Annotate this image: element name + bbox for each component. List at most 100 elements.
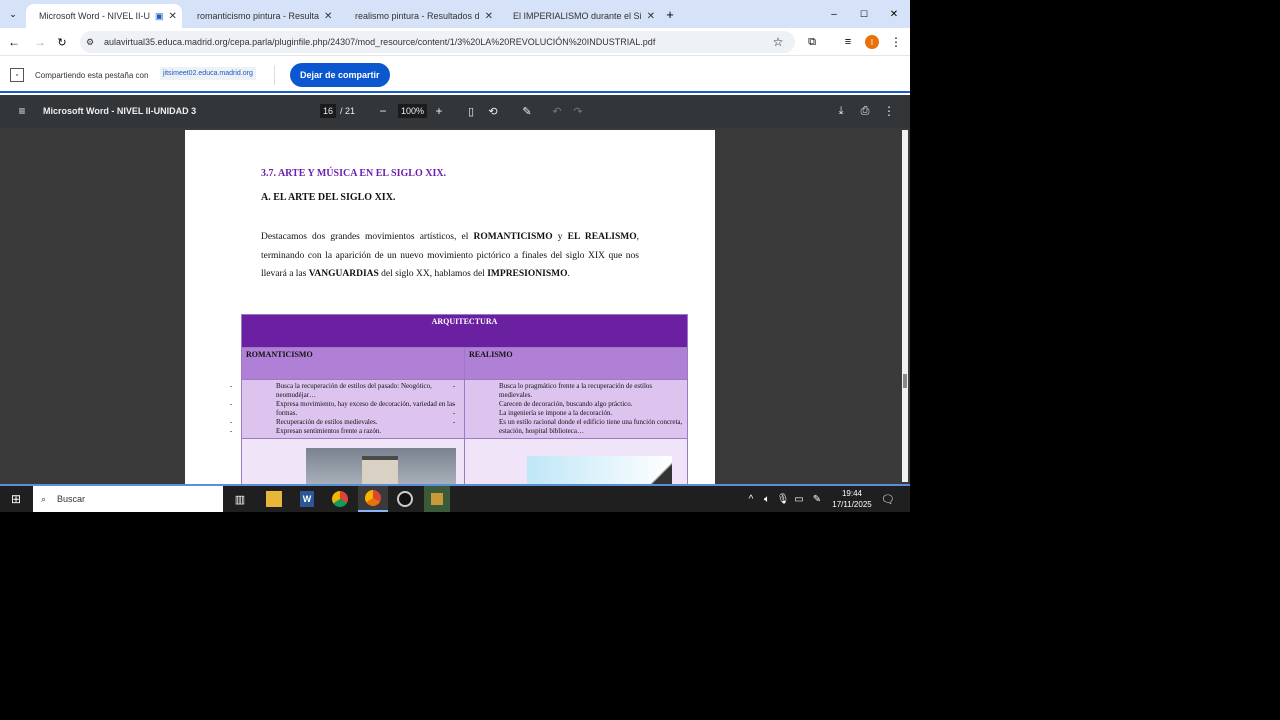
close-tab-icon[interactable]: ✕: [324, 11, 332, 22]
download-icon[interactable]: ⤓: [834, 103, 848, 119]
word-icon[interactable]: W: [300, 491, 314, 507]
sharing-target: jitsimeet02.educa.madrid.org: [160, 67, 256, 80]
tab-title: Microsoft Word - NIVEL II-U: [39, 11, 151, 21]
clock[interactable]: 19:44 17/11/2025: [828, 488, 876, 510]
list-item: Busca la recuperación de estilos del pas…: [276, 382, 460, 400]
zoom-out-icon[interactable]: −: [376, 103, 390, 119]
screen: ⌄ Microsoft Word - NIVEL II-U ▣ ✕ romantic…: [0, 0, 910, 512]
intro-paragraph: Destacamos dos grandes movimientos artís…: [261, 228, 639, 284]
text: IMPRESIONISMO: [487, 269, 568, 279]
app-icon[interactable]: [424, 486, 450, 512]
list-item: Expresan sentimientos frente a razón.: [276, 427, 460, 436]
romanticismo-image-cell: [241, 438, 465, 484]
redo-icon[interactable]: ↷: [571, 103, 585, 119]
screen-share-icon: ▫: [10, 68, 24, 82]
windows-start-icon[interactable]: ⊞: [8, 491, 24, 507]
notifications-icon[interactable]: 🗨︎: [880, 491, 896, 507]
romanticismo-cell: Busca la recuperación de estilos del pas…: [241, 379, 465, 439]
bookmark-star-icon[interactable]: ☆: [770, 34, 786, 50]
pdf-title: Microsoft Word - NIVEL II-UNIDAD 3: [43, 106, 197, 116]
text: Destacamos dos grandes movimientos artís…: [261, 232, 474, 242]
profile-avatar[interactable]: I: [865, 35, 879, 49]
media-icon[interactable]: ≡: [840, 34, 856, 50]
realismo-image-cell: [464, 438, 688, 484]
more-options-icon[interactable]: ⋮: [882, 103, 896, 119]
table-title: ARQUITECTURA: [241, 314, 688, 348]
maximize-icon[interactable]: ☐: [856, 6, 872, 22]
url-text: aulavirtual35.educa.madrid.org/cepa.parl…: [104, 37, 656, 47]
sidebar-menu-icon[interactable]: ≡: [14, 103, 30, 119]
annotate-icon[interactable]: ✎: [520, 103, 534, 119]
pdf-toolbar: ≡ Microsoft Word - NIVEL II-UNIDAD 3 16 …: [0, 95, 910, 128]
close-tab-icon[interactable]: ✕: [647, 11, 655, 22]
pdf-page: 3.7. ARTE Y MÚSICA EN EL SIGLO XIX. A. E…: [185, 130, 715, 484]
obs-icon[interactable]: [397, 491, 413, 507]
rotate-icon[interactable]: ⟲: [486, 103, 500, 119]
zoom-in-icon[interactable]: +: [432, 103, 446, 119]
text: del siglo XX, hablamos del: [378, 269, 488, 279]
tab-0[interactable]: Microsoft Word - NIVEL II-U ▣ ✕: [26, 4, 182, 28]
search-placeholder: Buscar: [57, 494, 86, 504]
search-icon: ⌕: [41, 494, 47, 504]
list-item: Carecen de decoración, buscando algo prá…: [499, 400, 683, 409]
list-item: Es un estilo racional donde el edificio …: [499, 418, 683, 436]
text: .: [567, 269, 570, 279]
network-icon[interactable]: ▭: [792, 491, 806, 507]
print-icon[interactable]: ⎙: [858, 103, 872, 119]
text: y: [552, 232, 568, 242]
close-window-icon[interactable]: ✕: [886, 6, 902, 22]
list-item: La ingeniería se impone a la decoración.: [499, 409, 683, 418]
stop-sharing-button[interactable]: Dejar de compartir: [290, 63, 390, 87]
close-tab-icon[interactable]: ✕: [169, 11, 177, 22]
tab-1[interactable]: romanticismo pintura - Resulta ✕: [184, 4, 340, 28]
header-romanticismo: ROMANTICISMO: [241, 347, 465, 380]
header-realismo: REALISMO: [464, 347, 688, 380]
tab-title: El IMPERIALISMO durante el Si: [513, 11, 642, 21]
sharing-icon: ▣: [155, 10, 164, 21]
page-number-input[interactable]: 16: [320, 104, 337, 118]
scrollbar[interactable]: [902, 130, 908, 482]
tab-title: realismo pintura - Resultados d: [355, 11, 480, 21]
show-hidden-icons[interactable]: ^: [744, 491, 758, 507]
tab-3[interactable]: El IMPERIALISMO durante el Si ✕: [500, 4, 656, 28]
section-heading: 3.7. ARTE Y MÚSICA EN EL SIGLO XIX.: [261, 168, 447, 179]
chrome-icon[interactable]: [332, 491, 348, 507]
list-item: Recuperación de estilos medievales.: [276, 418, 460, 427]
new-tab-icon[interactable]: +: [662, 6, 678, 22]
taskbar: ⊞ ⌕ Buscar ▥ W ^ 🔈︎ 🎙︎ ▭ ✎ 19:44 17/11/202…: [0, 484, 910, 512]
microphone-icon[interactable]: 🎙︎: [776, 491, 790, 507]
scrollbar-thumb[interactable]: [903, 374, 907, 388]
back-icon[interactable]: ←: [6, 34, 22, 50]
tab-search-icon[interactable]: ⌄: [6, 6, 20, 22]
page-total: / 21: [340, 106, 356, 116]
sharing-bar: ▫ Compartiendo esta pestaña con jitsimee…: [0, 57, 910, 93]
fit-page-icon[interactable]: ▯: [464, 103, 478, 119]
date: 17/11/2025: [832, 500, 872, 509]
tower-image: [527, 456, 672, 484]
extensions-icon[interactable]: ⧉: [804, 34, 820, 50]
pdf-viewer: 3.7. ARTE Y MÚSICA EN EL SIGLO XIX. A. E…: [0, 128, 910, 484]
tab-title: romanticismo pintura - Resulta: [197, 11, 320, 21]
url-field[interactable]: ⚙ aulavirtual35.educa.madrid.org/cepa.par…: [80, 31, 795, 53]
reload-icon[interactable]: ↻: [54, 34, 70, 50]
architecture-table: ARQUITECTURA ROMANTICISMOREALISMO Busca …: [241, 314, 688, 484]
undo-icon[interactable]: ↶: [550, 103, 564, 119]
tab-2[interactable]: realismo pintura - Resultados d ✕: [342, 4, 498, 28]
chrome-active-icon[interactable]: [358, 486, 388, 512]
volume-icon[interactable]: 🔈︎: [760, 491, 774, 507]
site-settings-icon[interactable]: ⚙: [86, 31, 94, 53]
realismo-cell: Busca lo pragmático frente a la recupera…: [464, 379, 688, 439]
taskbar-search[interactable]: ⌕ Buscar: [33, 486, 223, 512]
divider: [274, 65, 275, 85]
forward-icon[interactable]: →: [32, 34, 48, 50]
zoom-input[interactable]: 100%: [398, 104, 428, 118]
pen-icon[interactable]: ✎: [810, 491, 824, 507]
list-item: Expresa movimiento, hay exceso de decora…: [276, 400, 460, 418]
file-explorer-icon[interactable]: [266, 491, 282, 507]
minimize-icon[interactable]: –: [826, 6, 842, 22]
task-view-icon[interactable]: ▥: [232, 491, 248, 507]
tab-bar: ⌄ Microsoft Word - NIVEL II-U ▣ ✕ romantic…: [0, 0, 910, 28]
text: VANGUARDIAS: [308, 269, 379, 279]
menu-icon[interactable]: ⋮: [888, 34, 904, 50]
close-tab-icon[interactable]: ✕: [485, 11, 493, 22]
